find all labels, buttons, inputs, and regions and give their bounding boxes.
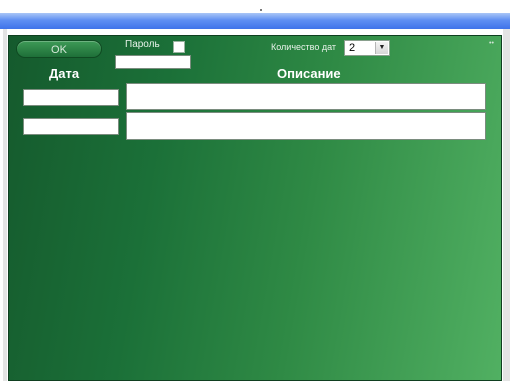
chevron-down-icon[interactable]: ▼ [375,42,388,54]
window-frame-left [3,29,7,381]
description-input-2[interactable] [126,112,486,140]
window-frame-right [503,29,510,381]
date-count-label: Количество дат [271,42,337,52]
window-title-bar [0,13,510,29]
password-checkbox[interactable] [173,41,185,53]
ok-button[interactable]: OK [16,40,102,58]
date-input-2[interactable] [23,118,119,135]
description-column-header: Описание [277,66,341,81]
password-label: Пароль [125,39,160,50]
resize-grip-icon: •• [489,40,494,47]
description-input-1[interactable] [126,83,486,110]
date-column-header: Дата [49,66,80,81]
password-input[interactable] [115,55,191,69]
date-input-1[interactable] [23,89,119,106]
date-count-value: 2 [349,42,356,54]
date-count-select[interactable]: 2 ▼ [344,40,390,56]
cursor-dot [260,9,262,11]
